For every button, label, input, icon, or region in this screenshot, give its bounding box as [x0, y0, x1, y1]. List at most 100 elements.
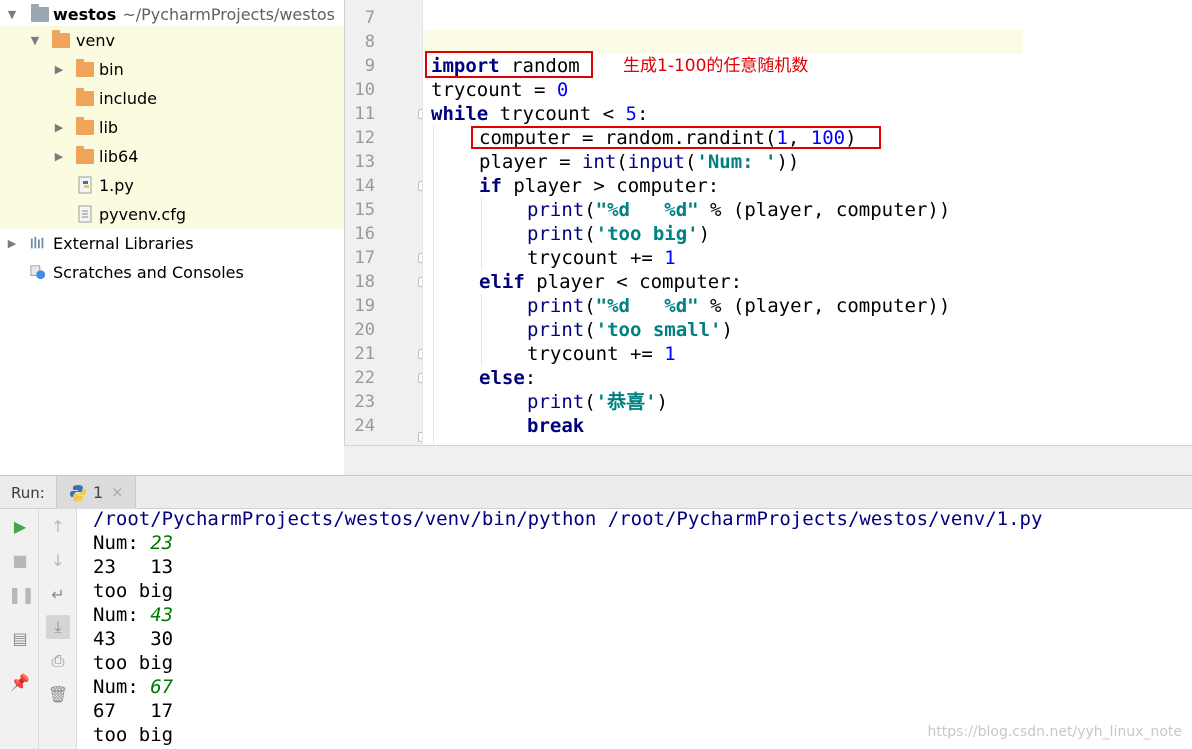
- code-token: elif: [479, 271, 525, 293]
- tree-item-lib[interactable]: ▶ lib: [0, 113, 344, 142]
- code-token: '恭喜': [595, 391, 657, 413]
- tree-item-include[interactable]: include: [0, 84, 344, 113]
- soft-wrap-icon[interactable]: ↵: [46, 583, 70, 607]
- tree-label-venv: venv: [76, 31, 115, 50]
- arrow-up-icon[interactable]: ↑: [46, 515, 70, 539]
- tree-label-include: include: [99, 89, 157, 108]
- tree-label-bin: bin: [99, 60, 124, 79]
- console-line: too big: [93, 652, 174, 674]
- tree-root-path: ~/PycharmProjects/westos: [122, 5, 335, 24]
- code-token: print: [527, 199, 585, 221]
- pause-icon[interactable]: ❚❚: [8, 583, 35, 607]
- code-token: ): [721, 319, 733, 341]
- trash-icon[interactable]: 🗑: [46, 683, 70, 707]
- tree-item-westos[interactable]: ▼ westos ~/PycharmProjects/westos: [0, 0, 344, 29]
- chevron-right-icon[interactable]: ▶: [6, 229, 18, 258]
- tree-item-pyvenv-cfg[interactable]: pyvenv.cfg: [0, 200, 344, 229]
- code-token: break: [527, 415, 585, 437]
- line-number: 11: [354, 104, 375, 124]
- project-tool-window: ▼ westos ~/PycharmProjects/westos ▼ venv …: [0, 0, 344, 475]
- line-number: 22: [354, 368, 375, 388]
- chevron-down-icon[interactable]: ▼: [29, 26, 41, 55]
- tree-item-lib64[interactable]: ▶ lib64: [0, 142, 344, 171]
- line-number: 14: [354, 176, 375, 196]
- chevron-down-icon[interactable]: ▼: [6, 0, 18, 29]
- console-line: too big: [93, 724, 174, 746]
- folder-icon: [76, 88, 94, 106]
- tree-item-external-libraries[interactable]: ▶ External Libraries: [0, 229, 344, 258]
- close-icon[interactable]: ×: [111, 483, 124, 501]
- code-token: 1: [664, 343, 676, 365]
- code-token: :: [524, 367, 537, 389]
- line-number: 24: [354, 416, 375, 436]
- code-token: % (player, computer)): [698, 199, 951, 221]
- code-token: while: [431, 103, 489, 125]
- code-editor[interactable]: import random trycount = 0 while trycoun…: [422, 0, 1192, 445]
- chevron-right-icon[interactable]: ▶: [53, 142, 65, 171]
- code-token: trycount =: [431, 79, 557, 101]
- run-toolbar-primary: ▶ ■ ❚❚ ▤ 📌: [0, 509, 39, 749]
- code-token: "%d %d": [595, 199, 699, 221]
- console-line: Num: 67: [93, 675, 173, 699]
- line-number: 16: [354, 224, 375, 244]
- code-token: int: [581, 151, 617, 173]
- layout-icon[interactable]: ▤: [8, 627, 32, 651]
- code-line-22: else:: [479, 366, 536, 390]
- code-token: trycount +=: [527, 343, 665, 365]
- tree-root-label: westos: [53, 5, 117, 24]
- tree-item-venv[interactable]: ▼ venv: [0, 26, 344, 55]
- indent-guide: [481, 198, 482, 270]
- code-token: 5: [625, 103, 637, 125]
- console-line: Num: 23: [93, 531, 173, 555]
- code-token: print: [527, 319, 585, 341]
- rerun-icon[interactable]: ▶: [8, 515, 32, 539]
- run-console-output[interactable]: /root/PycharmProjects/westos/venv/bin/py…: [77, 509, 1192, 749]
- code-token: )): [776, 151, 800, 173]
- highlight-box-randint: [471, 126, 881, 149]
- stop-icon[interactable]: ■: [8, 549, 32, 573]
- tree-label-lib64: lib64: [99, 147, 139, 166]
- highlight-box-import: [425, 51, 593, 78]
- code-line-17: trycount += 1: [527, 246, 676, 270]
- line-number: 15: [354, 200, 375, 220]
- code-token: "%d %d": [595, 295, 699, 317]
- code-line-15: print("%d %d" % (player, computer)): [527, 198, 950, 222]
- tree-label-1py: 1.py: [99, 176, 134, 195]
- tree-item-scratches[interactable]: Scratches and Consoles: [0, 258, 344, 287]
- code-line-24: break: [527, 414, 584, 438]
- console-prompt: Num:: [93, 604, 151, 626]
- tree-item-bin[interactable]: ▶ bin: [0, 55, 344, 84]
- arrow-down-icon[interactable]: ↓: [46, 549, 70, 573]
- code-token: (: [584, 223, 596, 245]
- editor-gutter[interactable]: 7 8 9 10 11 12 13 14 15 16 17 18 19 20 2…: [344, 0, 428, 445]
- tree-item-1py[interactable]: 1.py: [0, 171, 344, 200]
- code-token: (: [616, 151, 628, 173]
- chevron-right-icon[interactable]: ▶: [53, 113, 65, 142]
- line-number: 18: [354, 272, 375, 292]
- line-number: 19: [354, 296, 375, 316]
- code-line-21: trycount += 1: [527, 342, 676, 366]
- tree-label-pyvenv-cfg: pyvenv.cfg: [99, 205, 186, 224]
- code-token: % (player, computer)): [698, 295, 951, 317]
- scroll-to-end-icon[interactable]: ⤓: [46, 615, 70, 639]
- code-token: 0: [556, 79, 569, 101]
- line-number: 10: [354, 80, 375, 100]
- pin-icon[interactable]: 📌: [8, 671, 32, 695]
- code-token: (: [584, 295, 596, 317]
- console-command-line: /root/PycharmProjects/westos/venv/bin/py…: [93, 509, 1043, 530]
- chevron-right-icon[interactable]: ▶: [53, 55, 65, 84]
- print-icon[interactable]: ⎙: [46, 649, 70, 673]
- code-token: 'too small': [595, 319, 722, 341]
- run-panel-header: Run: 1 ×: [0, 475, 1192, 509]
- line-number: 23: [354, 392, 375, 412]
- run-tab[interactable]: 1 ×: [56, 476, 136, 509]
- code-token: else: [479, 367, 525, 389]
- console-prompt: Num:: [93, 676, 151, 698]
- code-token: ): [656, 391, 668, 413]
- code-token: 'too big': [595, 223, 699, 245]
- code-token: player =: [479, 151, 582, 173]
- line-number: 20: [354, 320, 375, 340]
- console-user-input: 23: [150, 532, 174, 554]
- line-number: 7: [364, 8, 375, 28]
- run-panel-label: Run:: [11, 484, 45, 502]
